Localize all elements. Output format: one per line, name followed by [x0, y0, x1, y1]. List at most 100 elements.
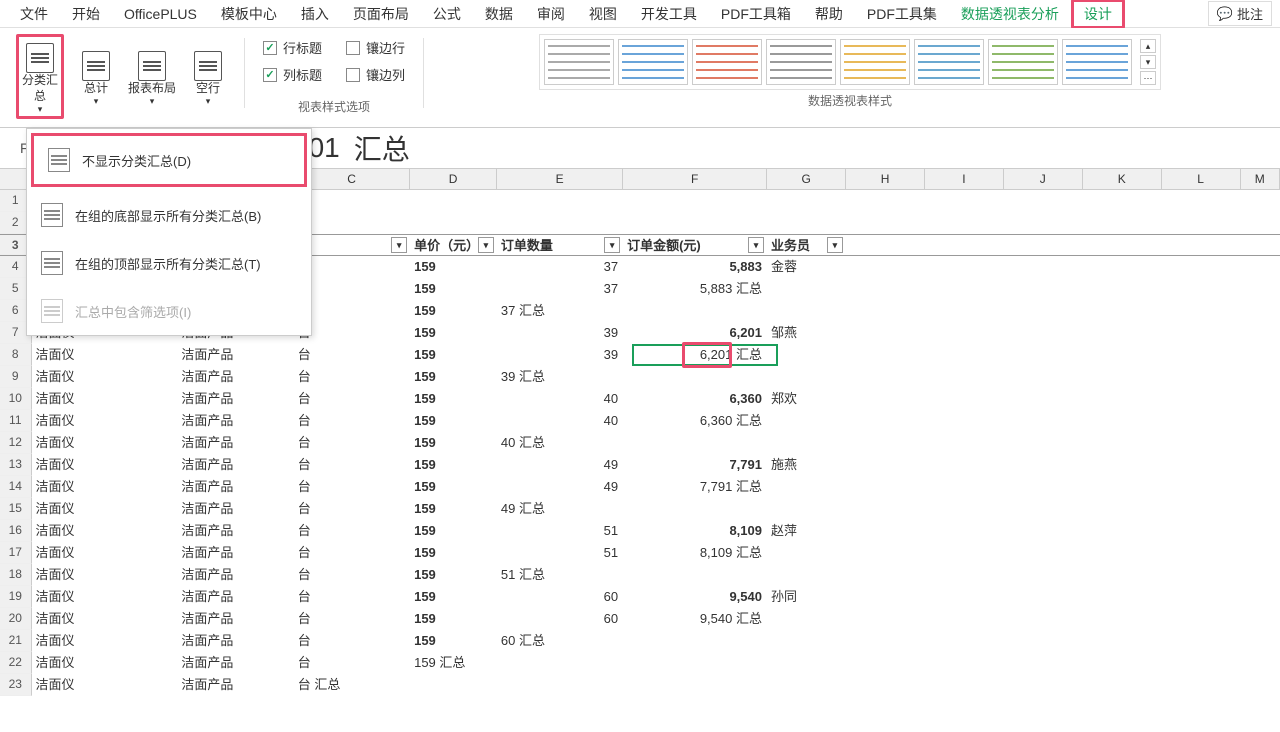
cell[interactable]: [925, 410, 1004, 432]
cell[interactable]: [1004, 344, 1083, 366]
cell-D4[interactable]: 159: [410, 256, 497, 278]
cell-E8[interactable]: 39: [497, 344, 623, 366]
cell-G12[interactable]: [767, 432, 846, 454]
cell-A9[interactable]: 洁面仪: [32, 366, 178, 388]
cell-F8[interactable]: 6,201 汇总: [623, 344, 767, 366]
col-D[interactable]: D: [410, 169, 497, 189]
cell-F11[interactable]: 6,360 汇总: [623, 410, 767, 432]
cell-G15[interactable]: [767, 498, 846, 520]
cell[interactable]: [1004, 235, 1083, 255]
cell[interactable]: [1083, 674, 1162, 696]
cell[interactable]: [925, 278, 1004, 300]
filter-dropdown-icon[interactable]: ▾: [391, 237, 407, 253]
blankrow-button[interactable]: 空行 ▾: [184, 34, 232, 119]
cell-F23[interactable]: [623, 674, 767, 696]
cell-F22[interactable]: [623, 652, 767, 674]
cell[interactable]: [1241, 278, 1280, 300]
cell-D5[interactable]: 159: [410, 278, 497, 300]
cell[interactable]: [1004, 652, 1083, 674]
cell-B18[interactable]: 洁面产品: [177, 564, 293, 586]
cell-E20[interactable]: 60: [497, 608, 623, 630]
cell[interactable]: [1241, 388, 1280, 410]
cell-E3[interactable]: 订单数量▾: [497, 235, 623, 255]
cell[interactable]: [1162, 498, 1241, 520]
cell-F20[interactable]: 9,540 汇总: [623, 608, 767, 630]
cell[interactable]: [1162, 256, 1241, 278]
cell[interactable]: [1083, 498, 1162, 520]
col-L[interactable]: L: [1162, 169, 1241, 189]
cell-G1[interactable]: [767, 190, 846, 212]
cell[interactable]: [1083, 322, 1162, 344]
filter-dropdown-icon[interactable]: ▾: [478, 237, 494, 253]
row-number[interactable]: 9: [0, 366, 32, 388]
rowheader-checkbox[interactable]: [263, 41, 277, 55]
cell[interactable]: [925, 322, 1004, 344]
cell[interactable]: [1004, 366, 1083, 388]
cell[interactable]: [1004, 498, 1083, 520]
cell-G2[interactable]: [767, 212, 846, 234]
cell[interactable]: [1004, 454, 1083, 476]
cell-A11[interactable]: 洁面仪: [32, 410, 178, 432]
cell[interactable]: [846, 586, 925, 608]
cell-C20[interactable]: 台: [294, 608, 410, 630]
cell-A16[interactable]: 洁面仪: [32, 520, 178, 542]
cell[interactable]: [1241, 630, 1280, 652]
cell-C23[interactable]: 台 汇总: [294, 674, 410, 696]
cell-D3[interactable]: 单价（元）▾: [410, 235, 497, 255]
cell-E22[interactable]: [497, 652, 623, 674]
cell-A21[interactable]: 洁面仪: [32, 630, 178, 652]
cell-D23[interactable]: [410, 674, 497, 696]
cell-D14[interactable]: 159: [410, 476, 497, 498]
cell-A8[interactable]: 洁面仪: [32, 344, 178, 366]
cell-E2[interactable]: [497, 212, 623, 234]
cell[interactable]: [1162, 212, 1241, 234]
cell[interactable]: [846, 454, 925, 476]
cell[interactable]: [1004, 410, 1083, 432]
cell-E1[interactable]: [497, 190, 623, 212]
cell[interactable]: [1162, 300, 1241, 322]
cell[interactable]: [1083, 608, 1162, 630]
cell-A18[interactable]: 洁面仪: [32, 564, 178, 586]
cell-G3[interactable]: 业务员▾: [767, 235, 846, 255]
cell-C21[interactable]: 台: [294, 630, 410, 652]
cell[interactable]: [1162, 366, 1241, 388]
cell-D15[interactable]: 159: [410, 498, 497, 520]
cell-F2[interactable]: [623, 212, 767, 234]
cell[interactable]: [846, 410, 925, 432]
cell-G6[interactable]: [767, 300, 846, 322]
cell[interactable]: [846, 256, 925, 278]
cell-B9[interactable]: 洁面产品: [177, 366, 293, 388]
cell-B22[interactable]: 洁面产品: [177, 652, 293, 674]
cell-F4[interactable]: 5,883: [623, 256, 767, 278]
cell-A12[interactable]: 洁面仪: [32, 432, 178, 454]
cell[interactable]: [1083, 300, 1162, 322]
menu-pivot-analyze[interactable]: 数据透视表分析: [949, 0, 1071, 28]
cell-B16[interactable]: 洁面产品: [177, 520, 293, 542]
cell[interactable]: [1083, 454, 1162, 476]
cell[interactable]: [846, 344, 925, 366]
cell[interactable]: [1004, 278, 1083, 300]
style-thumb[interactable]: [618, 39, 688, 85]
cell-F1[interactable]: [623, 190, 767, 212]
menu-pagelayout[interactable]: 页面布局: [341, 0, 421, 28]
cell[interactable]: [1241, 410, 1280, 432]
row-number[interactable]: 11: [0, 410, 32, 432]
row-number[interactable]: 8: [0, 344, 32, 366]
cell[interactable]: [1004, 388, 1083, 410]
cell[interactable]: [846, 366, 925, 388]
cell[interactable]: [1162, 520, 1241, 542]
row-number[interactable]: 20: [0, 608, 32, 630]
cell[interactable]: [1241, 322, 1280, 344]
cell-F12[interactable]: [623, 432, 767, 454]
cell[interactable]: [1241, 235, 1280, 255]
cell[interactable]: [846, 432, 925, 454]
cell[interactable]: [1083, 476, 1162, 498]
cell[interactable]: [1083, 388, 1162, 410]
cell-E18[interactable]: 51 汇总: [497, 564, 623, 586]
grandtotal-button[interactable]: 总计 ▾: [72, 34, 120, 119]
style-thumb[interactable]: [840, 39, 910, 85]
cell-D18[interactable]: 159: [410, 564, 497, 586]
cell[interactable]: [1241, 674, 1280, 696]
cell-G23[interactable]: [767, 674, 846, 696]
cell[interactable]: [1162, 652, 1241, 674]
